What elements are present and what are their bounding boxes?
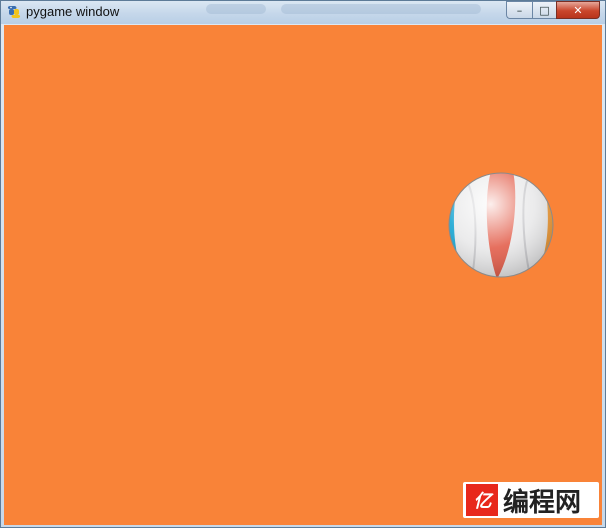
maximize-button[interactable]: □: [532, 1, 556, 19]
pygame-window: pygame window – □ ✕ 亿 编程网: [0, 0, 606, 528]
minimize-icon: –: [516, 3, 523, 17]
title-bar-glass-reflection: [206, 4, 266, 14]
title-bar[interactable]: pygame window – □ ✕: [1, 1, 605, 24]
watermark-logo: 亿: [466, 484, 498, 516]
window-controls: – □ ✕: [506, 1, 600, 19]
title-bar-glass-reflection: [281, 4, 481, 14]
beach-ball-sprite: [448, 172, 554, 278]
game-canvas[interactable]: 亿 编程网: [4, 25, 602, 525]
window-title: pygame window: [26, 4, 120, 19]
maximize-icon: □: [539, 3, 550, 17]
site-watermark: 亿 编程网: [463, 482, 599, 518]
close-icon: ✕: [573, 3, 583, 17]
minimize-button[interactable]: –: [506, 1, 532, 19]
watermark-text: 编程网: [503, 487, 582, 518]
pygame-snake-icon: [7, 6, 21, 18]
close-button[interactable]: ✕: [556, 1, 600, 19]
